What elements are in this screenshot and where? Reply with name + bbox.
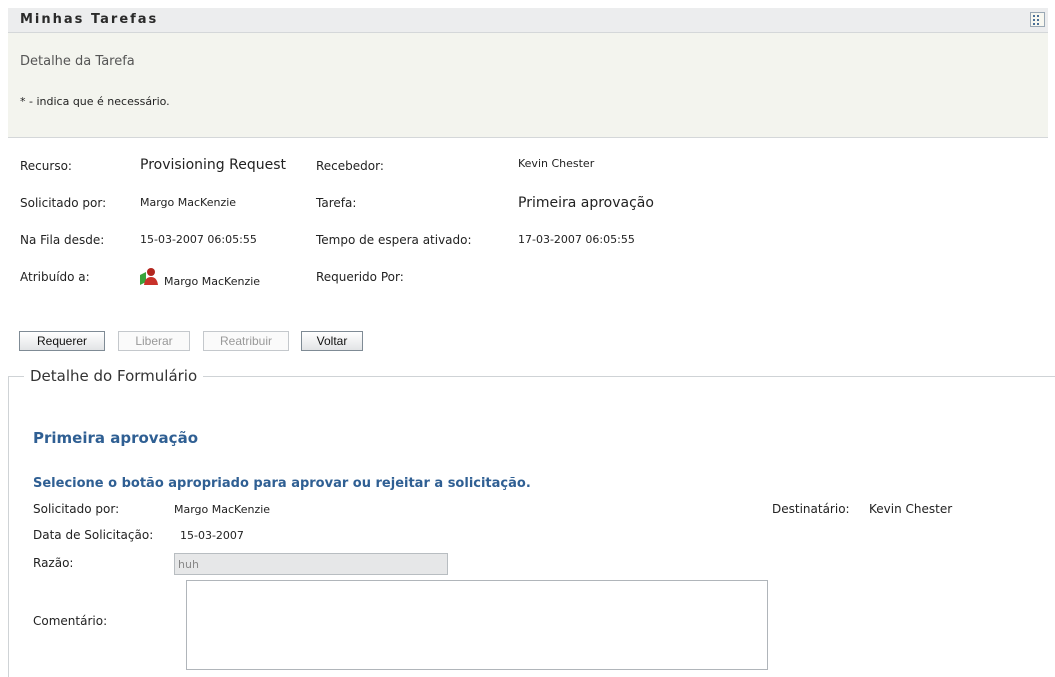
- form-heading: Primeira aprovação: [33, 429, 198, 447]
- panel-title: Detalhe da Tarefa: [20, 54, 135, 69]
- back-button[interactable]: Voltar: [301, 331, 363, 351]
- form-detail-legend: Detalhe do Formulário: [24, 367, 204, 385]
- reason-label: Razão:: [33, 556, 74, 570]
- queued-label: Na Fila desde:: [20, 233, 105, 247]
- portlet-title: Minhas Tarefas: [20, 12, 159, 27]
- reason-field[interactable]: huh: [174, 553, 448, 575]
- wait-label: Tempo de espera ativado:: [316, 233, 472, 247]
- task-label: Tarefa:: [316, 196, 357, 210]
- form-recipient-value: Kevin Chester: [869, 502, 953, 516]
- form-recipient-label: Destinatário:: [772, 502, 850, 516]
- recipient-label: Recebedor:: [316, 159, 384, 173]
- recipient-value: Kevin Chester: [518, 157, 595, 170]
- release-button[interactable]: Liberar: [118, 331, 190, 351]
- request-date-value: 15-03-2007: [180, 529, 244, 542]
- claim-button[interactable]: Requerer: [19, 331, 105, 351]
- comment-label: Comentário:: [33, 614, 108, 628]
- queued-value: 15-03-2007 06:05:55: [140, 233, 257, 246]
- form-requested-by-label: Solicitado por:: [33, 502, 120, 516]
- comment-textarea[interactable]: [186, 580, 768, 670]
- request-date-label: Data de Solicitação:: [33, 528, 154, 542]
- assigned-value: Margo MacKenzie: [164, 275, 261, 288]
- claimed-by-label: Requerido Por:: [316, 270, 404, 284]
- reason-value: huh: [178, 558, 199, 571]
- user-icon: [138, 266, 160, 286]
- wait-value: 17-03-2007 06:05:55: [518, 233, 635, 246]
- resource-label: Recurso:: [20, 159, 72, 173]
- reassign-button[interactable]: Reatribuir: [203, 331, 289, 351]
- form-instruction: Selecione o botão apropriado para aprova…: [33, 476, 531, 491]
- resource-value: Provisioning Request: [140, 157, 286, 173]
- requested-by-label: Solicitado por:: [20, 196, 107, 210]
- portlet-titlebar: Minhas Tarefas: [8, 8, 1048, 33]
- requested-by-value: Margo MacKenzie: [140, 196, 237, 209]
- task-header-panel: Detalhe da Tarefa * - indica que é neces…: [8, 33, 1048, 138]
- portlet-menu-icon[interactable]: [1030, 12, 1045, 27]
- assigned-label: Atribuído a:: [20, 270, 90, 284]
- required-note: * - indica que é necessário.: [20, 95, 170, 108]
- task-value: Primeira aprovação: [518, 195, 654, 211]
- form-requested-by-value: Margo MacKenzie: [174, 503, 271, 516]
